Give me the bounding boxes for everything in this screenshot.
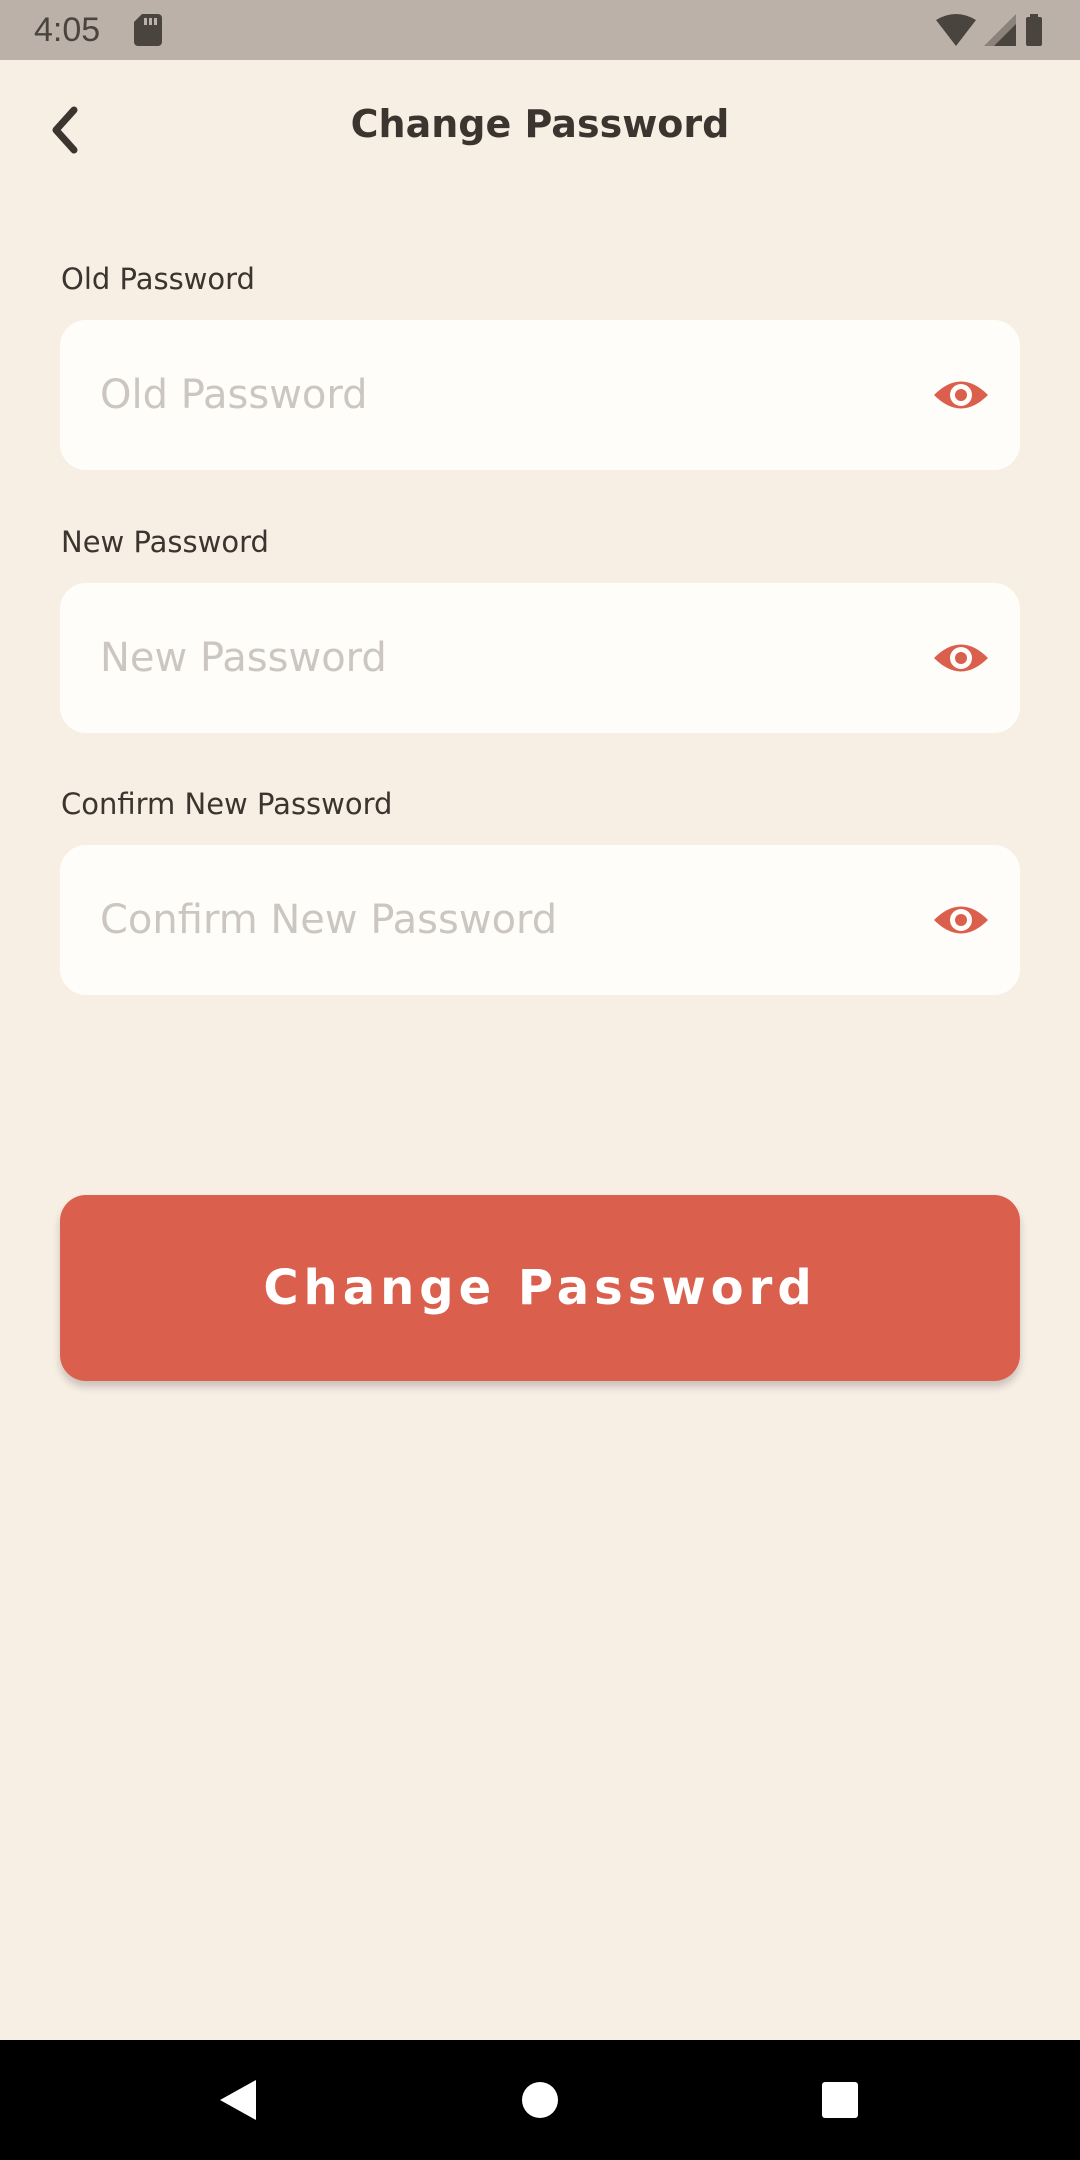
change-password-button[interactable]: Change Password [60,1195,1020,1381]
confirm-password-field [60,845,1020,995]
status-bar: 4:05 [0,0,1080,60]
wifi-icon [936,14,976,46]
new-password-field [60,583,1020,733]
eye-icon[interactable] [932,891,990,949]
nav-recents-button[interactable] [780,2040,900,2160]
eye-icon[interactable] [932,366,990,424]
new-password-label: New Password [61,525,269,559]
sd-card-icon [134,14,162,46]
system-nav-bar [0,2040,1080,2160]
battery-icon [1026,14,1042,46]
cellular-signal-icon [984,14,1016,46]
recents-square-icon [822,2082,858,2118]
nav-home-button[interactable] [480,2040,600,2160]
old-password-label: Old Password [61,262,255,296]
status-icons [928,14,1044,46]
confirm-password-input[interactable] [100,845,920,995]
back-triangle-icon [220,2080,256,2120]
nav-back-button[interactable] [178,2040,298,2160]
old-password-field [60,320,1020,470]
home-circle-icon [522,2082,558,2118]
app-header: Change Password [0,60,1080,200]
confirm-password-label: Confirm New Password [61,787,393,821]
eye-icon[interactable] [932,629,990,687]
old-password-input[interactable] [100,320,920,470]
page-title: Change Password [350,102,730,146]
new-password-input[interactable] [100,583,920,733]
status-time: 4:05 [34,11,101,49]
